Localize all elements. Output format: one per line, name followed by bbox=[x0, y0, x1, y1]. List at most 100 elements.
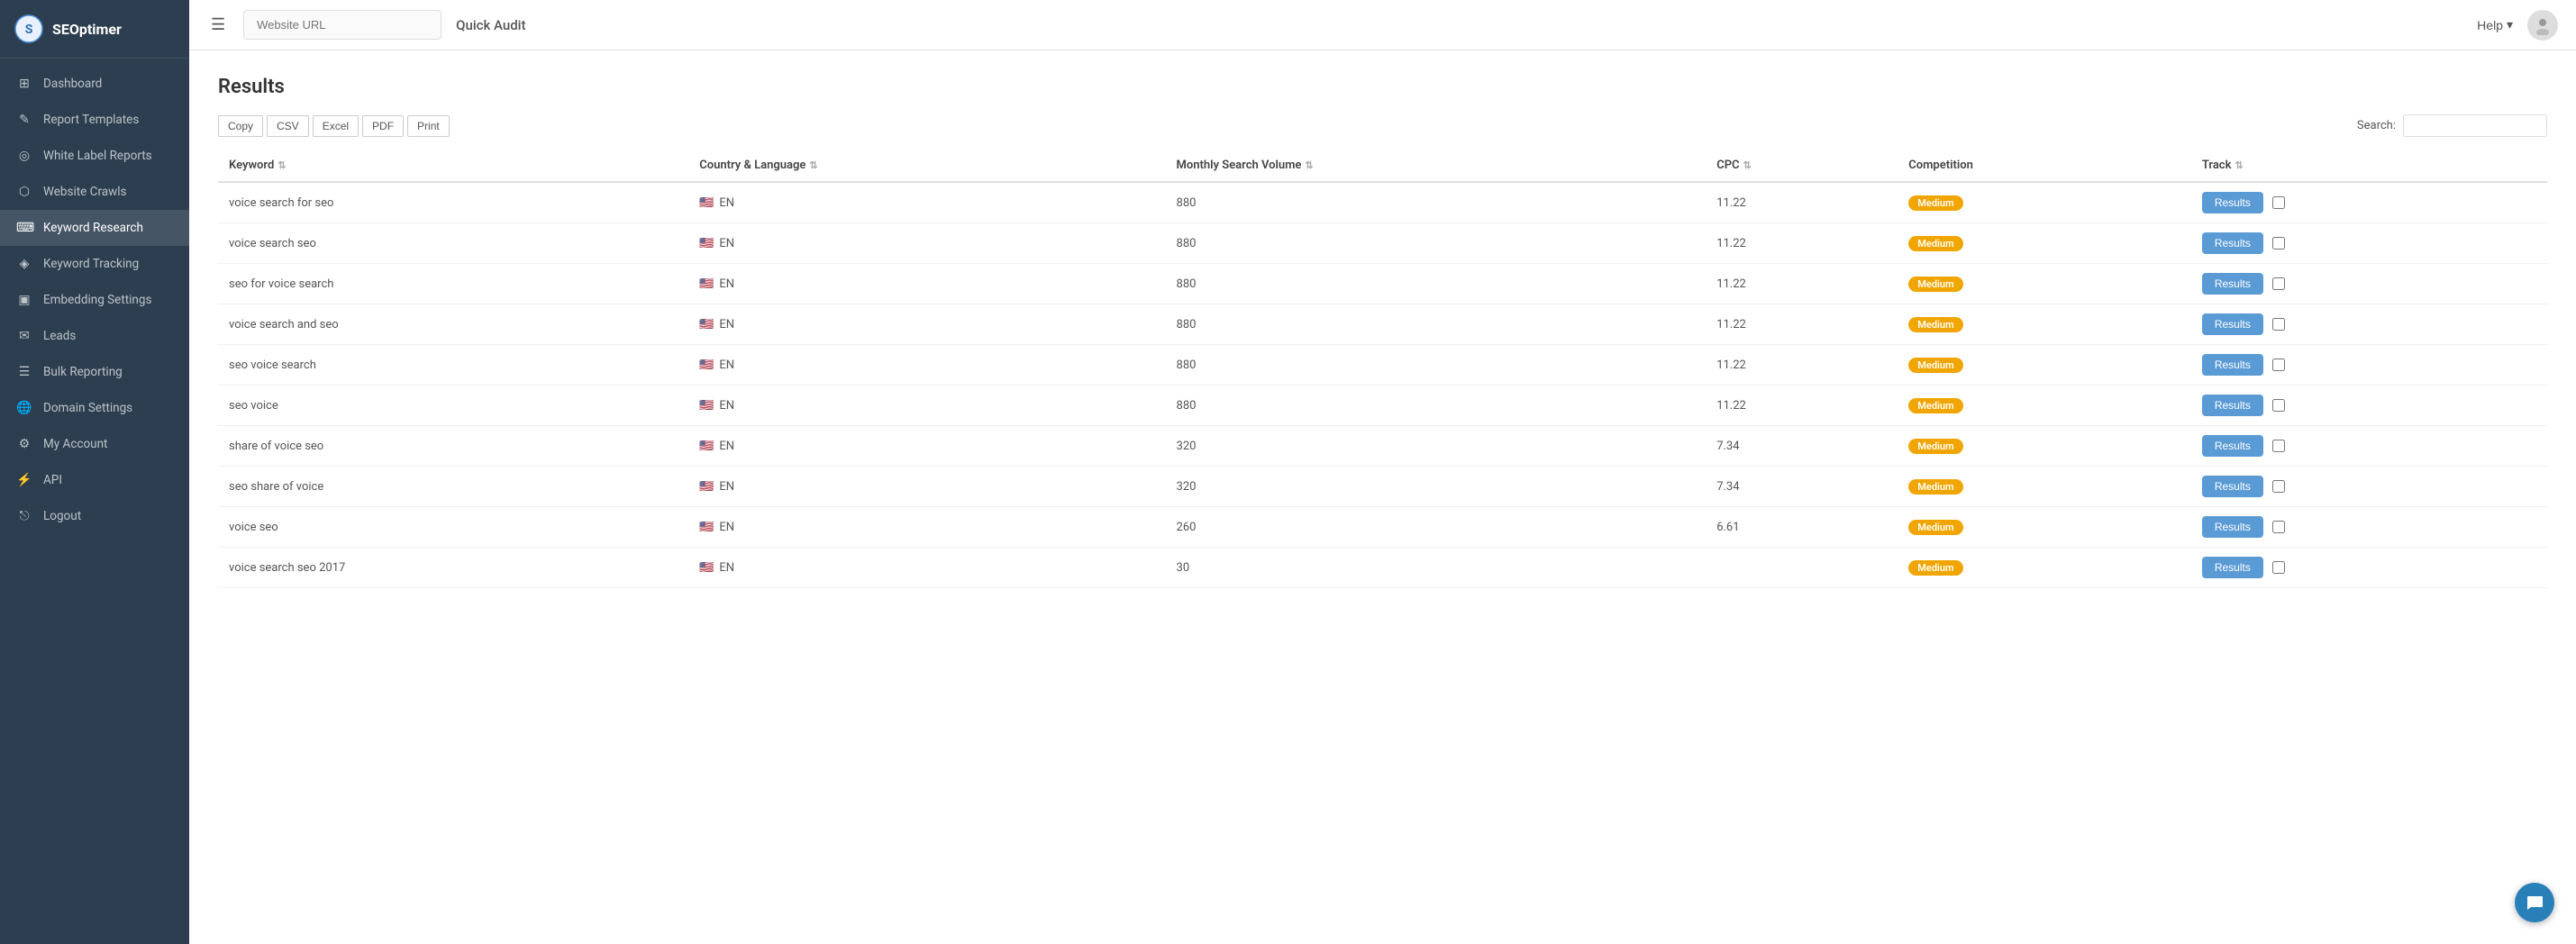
search-input[interactable] bbox=[2403, 114, 2547, 137]
cell-volume-5: 880 bbox=[1166, 386, 1707, 426]
cell-volume-1: 880 bbox=[1166, 223, 1707, 264]
cell-competition-4: Medium bbox=[1898, 345, 2191, 386]
lang-9: EN bbox=[719, 561, 734, 575]
results-button-1[interactable]: Results bbox=[2202, 232, 2263, 254]
results-button-2[interactable]: Results bbox=[2202, 273, 2263, 295]
cell-cpc-3: 11.22 bbox=[1706, 304, 1898, 345]
table-csv-button[interactable]: CSV bbox=[267, 115, 309, 137]
results-button-8[interactable]: Results bbox=[2202, 516, 2263, 538]
sidebar-item-keyword-research[interactable]: ⌨ Keyword Research bbox=[0, 210, 189, 246]
track-checkbox-8[interactable] bbox=[2272, 521, 2285, 533]
results-button-3[interactable]: Results bbox=[2202, 313, 2263, 335]
sidebar: S SEOptimer ⊞ Dashboard ✎ Report Templat… bbox=[0, 0, 189, 944]
cell-keyword-7: seo share of voice bbox=[218, 467, 688, 507]
menu-toggle-button[interactable]: ☰ bbox=[207, 12, 229, 38]
col-header-keyword[interactable]: Keyword⇅ bbox=[218, 150, 688, 182]
cell-keyword-5: seo voice bbox=[218, 386, 688, 426]
cell-volume-3: 880 bbox=[1166, 304, 1707, 345]
user-avatar[interactable] bbox=[2527, 10, 2558, 41]
sidebar-item-embedding-settings[interactable]: ▣ Embedding Settings bbox=[0, 282, 189, 318]
table-row: voice search and seo 🇺🇸 EN 88011.22Mediu… bbox=[218, 304, 2547, 345]
table-row: voice search for seo 🇺🇸 EN 88011.22Mediu… bbox=[218, 182, 2547, 223]
track-checkbox-3[interactable] bbox=[2272, 318, 2285, 331]
header-row: Keyword⇅Country & Language⇅Monthly Searc… bbox=[218, 150, 2547, 182]
track-checkbox-0[interactable] bbox=[2272, 196, 2285, 209]
sort-icon-country: ⇅ bbox=[809, 159, 817, 171]
track-checkbox-4[interactable] bbox=[2272, 359, 2285, 371]
flag-icon-8: 🇺🇸 bbox=[699, 521, 714, 534]
search-label: Search: bbox=[2357, 119, 2396, 132]
cell-track-7: Results bbox=[2191, 467, 2547, 506]
header-right: Help ▾ bbox=[2477, 10, 2558, 41]
sidebar-label-embedding-settings: Embedding Settings bbox=[43, 293, 151, 307]
sidebar-item-white-label-reports[interactable]: ◎ White Label Reports bbox=[0, 138, 189, 174]
cell-volume-6: 320 bbox=[1166, 426, 1707, 467]
help-button[interactable]: Help ▾ bbox=[2477, 17, 2513, 32]
table-row: seo voice search 🇺🇸 EN 88011.22Medium Re… bbox=[218, 345, 2547, 386]
sidebar-item-report-templates[interactable]: ✎ Report Templates bbox=[0, 102, 189, 138]
col-header-volume[interactable]: Monthly Search Volume⇅ bbox=[1166, 150, 1707, 182]
table-row: seo share of voice 🇺🇸 EN 3207.34Medium R… bbox=[218, 467, 2547, 507]
flag-cell-4: 🇺🇸 EN bbox=[699, 359, 1154, 372]
table-pdf-button[interactable]: PDF bbox=[362, 115, 404, 137]
competition-badge-8: Medium bbox=[1908, 520, 1962, 535]
results-button-9[interactable]: Results bbox=[2202, 557, 2263, 578]
cell-volume-7: 320 bbox=[1166, 467, 1707, 507]
track-checkbox-2[interactable] bbox=[2272, 277, 2285, 290]
lang-5: EN bbox=[719, 399, 734, 413]
table-excel-button[interactable]: Excel bbox=[313, 115, 359, 137]
cell-country-8: 🇺🇸 EN bbox=[688, 507, 1165, 548]
logout-icon: ⎋ bbox=[16, 509, 32, 523]
cell-cpc-6: 7.34 bbox=[1706, 426, 1898, 467]
results-button-6[interactable]: Results bbox=[2202, 435, 2263, 457]
col-header-country[interactable]: Country & Language⇅ bbox=[688, 150, 1165, 182]
results-button-4[interactable]: Results bbox=[2202, 354, 2263, 376]
flag-icon-5: 🇺🇸 bbox=[699, 399, 714, 413]
sidebar-item-leads[interactable]: ✉ Leads bbox=[0, 318, 189, 354]
track-checkbox-7[interactable] bbox=[2272, 480, 2285, 493]
chat-bubble[interactable] bbox=[2515, 883, 2554, 922]
sort-icon-volume: ⇅ bbox=[1305, 159, 1313, 171]
results-button-7[interactable]: Results bbox=[2202, 476, 2263, 497]
sidebar-item-api[interactable]: ⚡ API bbox=[0, 462, 189, 498]
cell-competition-7: Medium bbox=[1898, 467, 2191, 507]
logo-text: SEOptimer bbox=[52, 21, 122, 38]
sidebar-label-api: API bbox=[43, 473, 62, 487]
sidebar-label-leads: Leads bbox=[43, 329, 76, 343]
sidebar-item-my-account[interactable]: ⚙ My Account bbox=[0, 426, 189, 462]
cell-country-2: 🇺🇸 EN bbox=[688, 264, 1165, 304]
website-url-input[interactable] bbox=[243, 10, 441, 40]
sidebar-item-logout[interactable]: ⎋ Logout bbox=[0, 498, 189, 534]
track-checkbox-9[interactable] bbox=[2272, 561, 2285, 574]
cell-competition-1: Medium bbox=[1898, 223, 2191, 264]
flag-icon-7: 🇺🇸 bbox=[699, 480, 714, 494]
track-checkbox-6[interactable] bbox=[2272, 440, 2285, 452]
cell-cpc-7: 7.34 bbox=[1706, 467, 1898, 507]
sidebar-label-logout: Logout bbox=[43, 509, 81, 523]
results-button-5[interactable]: Results bbox=[2202, 395, 2263, 416]
results-button-0[interactable]: Results bbox=[2202, 192, 2263, 213]
flag-cell-6: 🇺🇸 EN bbox=[699, 440, 1154, 453]
sidebar-item-domain-settings[interactable]: 🌐 Domain Settings bbox=[0, 390, 189, 426]
flag-icon-0: 🇺🇸 bbox=[699, 196, 714, 210]
sidebar-item-keyword-tracking[interactable]: ◈ Keyword Tracking bbox=[0, 246, 189, 282]
track-checkbox-5[interactable] bbox=[2272, 399, 2285, 412]
table-print-button[interactable]: Print bbox=[407, 115, 450, 137]
lang-1: EN bbox=[719, 237, 734, 250]
cell-keyword-9: voice search seo 2017 bbox=[218, 548, 688, 588]
sidebar-item-website-crawls[interactable]: ⬡ Website Crawls bbox=[0, 174, 189, 210]
col-header-cpc[interactable]: CPC⇅ bbox=[1706, 150, 1898, 182]
sidebar-item-dashboard[interactable]: ⊞ Dashboard bbox=[0, 66, 189, 102]
sidebar-label-white-label-reports: White Label Reports bbox=[43, 149, 152, 163]
track-checkbox-1[interactable] bbox=[2272, 237, 2285, 250]
flag-cell-2: 🇺🇸 EN bbox=[699, 277, 1154, 291]
col-header-track[interactable]: Track⇅ bbox=[2191, 150, 2547, 182]
flag-icon-9: 🇺🇸 bbox=[699, 561, 714, 575]
table-copy-button[interactable]: Copy bbox=[218, 115, 263, 137]
cell-cpc-9 bbox=[1706, 548, 1898, 588]
sidebar-item-bulk-reporting[interactable]: ☰ Bulk Reporting bbox=[0, 354, 189, 390]
cell-country-1: 🇺🇸 EN bbox=[688, 223, 1165, 264]
table-header: Keyword⇅Country & Language⇅Monthly Searc… bbox=[218, 150, 2547, 182]
cell-keyword-1: voice search seo bbox=[218, 223, 688, 264]
cell-country-9: 🇺🇸 EN bbox=[688, 548, 1165, 588]
